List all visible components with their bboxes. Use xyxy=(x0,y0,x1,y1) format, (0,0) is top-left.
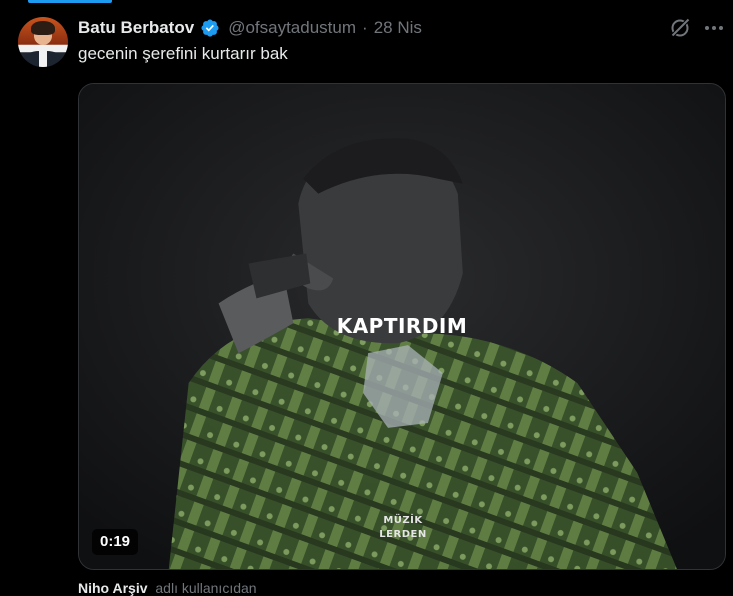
user-avatar[interactable] xyxy=(18,17,68,67)
tweet-text: gecenin şerefini kurtarır bak xyxy=(78,44,288,63)
tweet-card[interactable]: Batu Berbatov @ofsaytadustum · 28 Nis ge… xyxy=(0,0,733,596)
video-duration-badge: 0:19 xyxy=(92,529,139,555)
author-display-name[interactable]: Batu Berbatov xyxy=(78,18,194,38)
video-player[interactable]: KAPTIRDIM MÜZİK LERDEN 0:19 xyxy=(78,83,726,570)
video-watermark: MÜZİK LERDEN xyxy=(358,514,448,542)
more-horizontal-icon[interactable] xyxy=(702,16,726,40)
watermark-line-2: LERDEN xyxy=(379,529,427,540)
avatar-hair xyxy=(31,21,55,35)
author-handle[interactable]: @ofsaytadustum xyxy=(228,18,356,38)
tweet-header: Batu Berbatov @ofsaytadustum · 28 Nis xyxy=(78,16,422,40)
tweet-date[interactable]: 28 Nis xyxy=(374,18,422,38)
avatar-shirt xyxy=(39,51,47,67)
grok-icon[interactable] xyxy=(668,16,692,40)
watermark-line-1: MÜZİK xyxy=(383,515,423,526)
video-caption-overlay: KAPTIRDIM xyxy=(336,314,468,338)
verified-badge-icon[interactable] xyxy=(200,18,220,38)
header-separator: · xyxy=(362,18,368,37)
